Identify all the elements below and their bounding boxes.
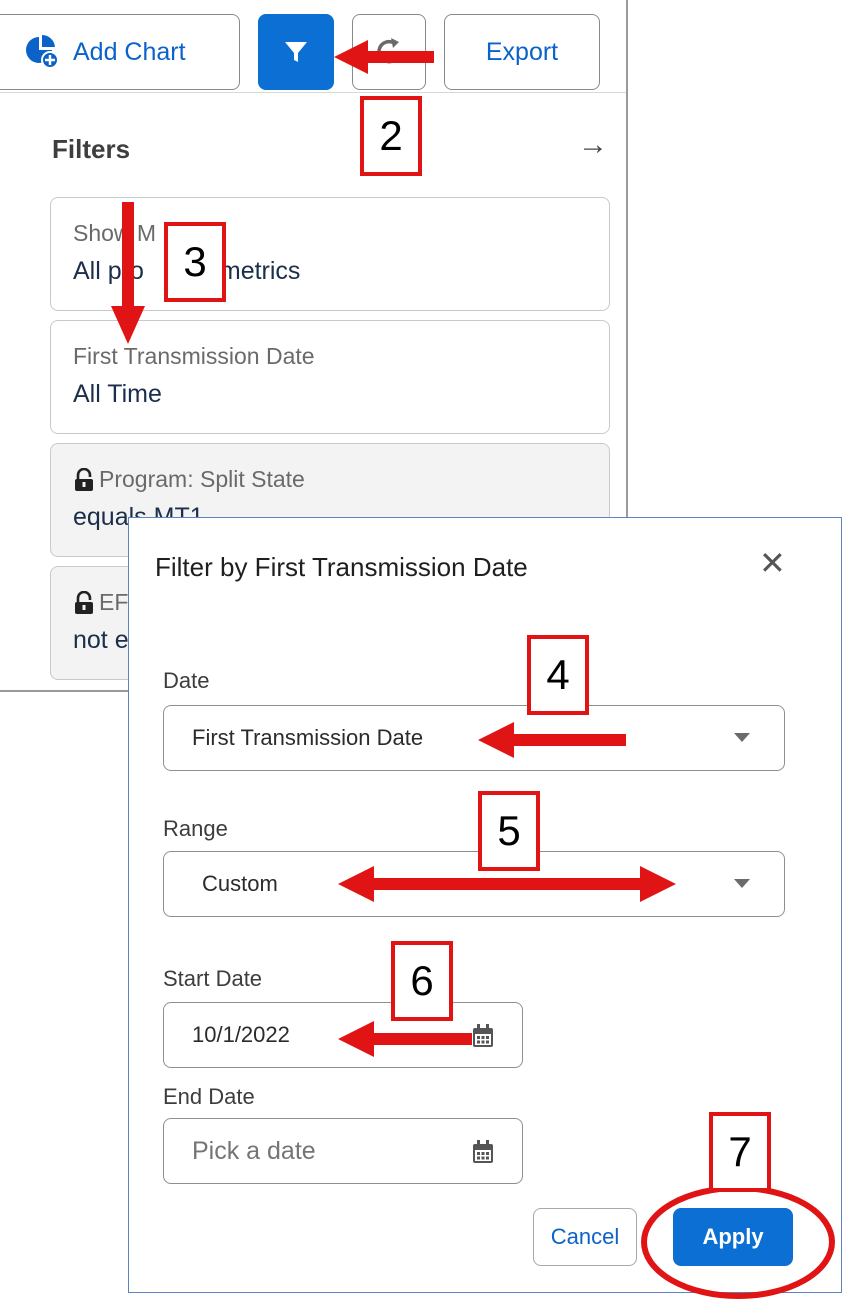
annotation-overlay (111, 40, 835, 1299)
step-marker-2: 2 (360, 96, 422, 176)
highlight-apply-circle (641, 1185, 835, 1299)
arrow-step-2 (334, 40, 434, 74)
arrow-step-3 (111, 202, 145, 344)
step-marker-3: 3 (164, 222, 226, 302)
step-marker-4: 4 (527, 635, 589, 715)
arrow-step-6 (338, 1021, 472, 1057)
step-marker-5: 5 (478, 791, 540, 871)
step-marker-7: 7 (709, 1112, 771, 1192)
arrow-step-5 (338, 866, 676, 902)
step-marker-6: 6 (391, 941, 453, 1021)
arrow-step-4 (478, 722, 626, 758)
